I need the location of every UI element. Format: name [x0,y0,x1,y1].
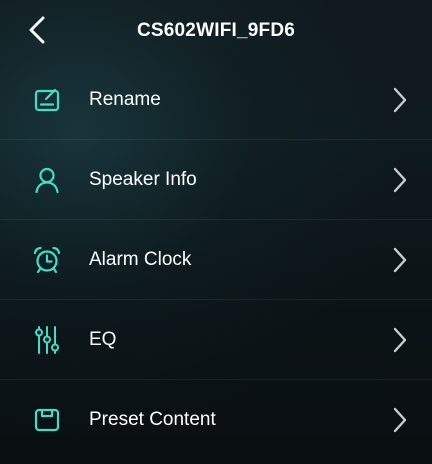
menu-item-eq[interactable]: EQ [0,300,432,380]
chevron-right-icon [392,166,408,194]
back-button[interactable] [22,14,52,46]
chevron-right-icon [392,406,408,434]
menu-item-speaker-info[interactable]: Speaker Info [0,140,432,220]
chevron-right-icon [392,86,408,114]
preset-icon [32,405,62,435]
header-bar: CS602WIFI_9FD6 [0,0,432,60]
menu-item-label: Speaker Info [89,169,197,190]
menu-item-rename[interactable]: Rename [0,60,432,140]
edit-icon [32,85,62,115]
menu-item-preset-content[interactable]: Preset Content [0,380,432,460]
speaker-settings-screen: CS602WIFI_9FD6 Rename Speaker Info Alarm… [0,0,432,464]
menu-item-label: Preset Content [89,409,216,430]
menu-item-alarm-clock[interactable]: Alarm Clock [0,220,432,300]
menu-item-label: EQ [89,329,117,350]
chevron-right-icon [392,326,408,354]
user-icon [32,165,62,195]
menu-item-label: Rename [89,89,161,110]
chevron-right-icon [392,246,408,274]
settings-menu: Rename Speaker Info Alarm Clock EQ Prese… [0,60,432,460]
alarm-clock-icon [32,245,62,275]
page-title: CS602WIFI_9FD6 [136,20,296,41]
equalizer-icon [32,325,62,355]
chevron-left-icon [29,16,45,44]
menu-item-label: Alarm Clock [89,249,192,270]
